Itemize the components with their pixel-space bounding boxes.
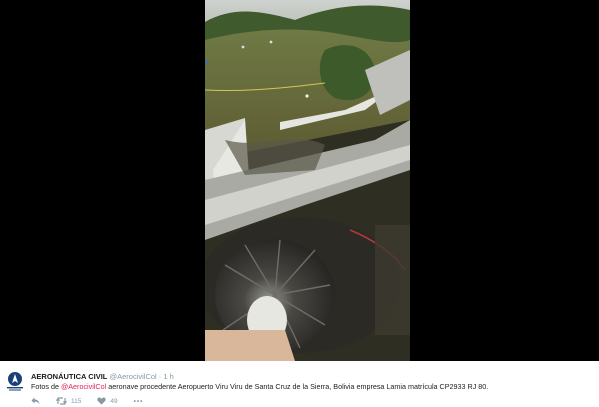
retweet-count: 115 <box>71 397 82 405</box>
tweet: AERONÁUTICA CIVIL @AerocivilCol · 1 h Fo… <box>0 361 599 407</box>
more-button[interactable]: ••• <box>134 398 144 405</box>
crash-wreckage-photo[interactable] <box>205 0 410 361</box>
reply-icon <box>31 397 40 405</box>
author-handle[interactable]: @AerocivilCol <box>109 372 156 381</box>
tweet-actions: 115 49 ••• <box>31 396 159 406</box>
tweet-text-after: aeronave procedente Aeropuerto Viru Viru… <box>106 382 489 391</box>
author-separator: · <box>158 372 162 381</box>
aerocivil-avatar-logo[interactable] <box>4 370 26 392</box>
like-count: 49 <box>110 397 118 405</box>
tweet-author-line: AERONÁUTICA CIVIL @AerocivilCol · 1 h <box>31 372 174 381</box>
author-display-name[interactable]: AERONÁUTICA CIVIL <box>31 372 107 381</box>
tweet-timestamp[interactable]: 1 h <box>163 372 173 381</box>
retweet-button[interactable]: 115 <box>56 397 81 405</box>
tweet-text-before: Fotos de <box>31 382 61 391</box>
heart-icon <box>97 397 107 405</box>
tweet-mention-link[interactable]: @AerocivilCol <box>61 382 106 391</box>
like-button[interactable]: 49 <box>97 397 118 405</box>
retweet-icon <box>56 397 67 405</box>
more-icon: ••• <box>133 397 144 405</box>
media-viewer[interactable] <box>0 0 599 361</box>
tweet-text: Fotos de @AerocivilCol aeronave proceden… <box>31 382 488 391</box>
reply-button[interactable] <box>31 397 40 405</box>
